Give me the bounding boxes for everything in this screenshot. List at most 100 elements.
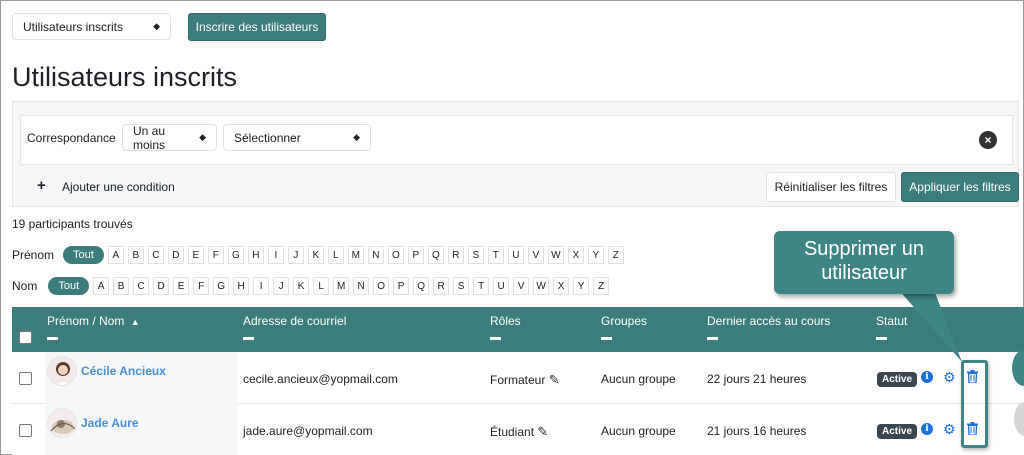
column-header-email[interactable]: Adresse de courriel	[243, 314, 346, 340]
callout-line-2: utilisateur	[821, 262, 907, 284]
lastname-initial-letter-z[interactable]: Z	[593, 277, 610, 295]
collapse-column-icon[interactable]	[243, 337, 254, 340]
email-cell: jade.aure@yopmail.com	[243, 424, 373, 438]
lastname-initial-letter-o[interactable]: O	[373, 277, 390, 295]
firstname-initial-letter-d[interactable]: D	[167, 246, 184, 264]
view-select[interactable]: Utilisateurs inscrits ◆	[12, 13, 171, 40]
add-condition-link[interactable]: Ajouter une condition	[62, 180, 175, 194]
row-select-checkbox[interactable]	[19, 372, 32, 385]
lastname-initial-letter-t[interactable]: T	[473, 277, 490, 295]
firstname-initial-letter-s[interactable]: S	[467, 246, 484, 264]
chevron-updown-icon: ◆	[153, 21, 160, 31]
firstname-initial-letter-e[interactable]: E	[187, 246, 204, 264]
firstname-initials-bar: Prénom Tout ABCDEFGHIJKLMNOPQRSTUVWXYZ	[12, 246, 628, 264]
user-name-link[interactable]: Jade Aure	[81, 416, 139, 430]
column-header-groups[interactable]: Groupes	[601, 314, 647, 340]
last-access-cell: 22 jours 21 heures	[707, 372, 807, 386]
filter-type-label: Sélectionner	[234, 130, 301, 145]
firstname-initial-letter-r[interactable]: R	[447, 246, 464, 264]
lastname-initial-letter-b[interactable]: B	[113, 277, 130, 295]
filter-type-select[interactable]: Sélectionner ◆	[223, 124, 371, 151]
firstname-initial-letter-k[interactable]: K	[307, 246, 324, 264]
firstname-initial-letter-a[interactable]: A	[107, 246, 124, 264]
gear-icon[interactable]: ⚙	[943, 370, 956, 384]
firstname-initial-letter-i[interactable]: I	[267, 246, 284, 264]
lastname-initial-letter-e[interactable]: E	[173, 277, 190, 295]
firstname-all-pill[interactable]: Tout	[63, 246, 104, 264]
delete-highlight-box	[961, 360, 988, 448]
match-select[interactable]: Un au moins ◆	[122, 124, 217, 152]
lastname-initial-letter-m[interactable]: M	[333, 277, 350, 295]
firstname-initial-letter-c[interactable]: C	[147, 246, 164, 264]
collapse-column-icon[interactable]	[490, 337, 501, 340]
lastname-initial-letter-d[interactable]: D	[153, 277, 170, 295]
lastname-initial-letter-n[interactable]: N	[353, 277, 370, 295]
lastname-initial-letter-j[interactable]: J	[273, 277, 290, 295]
firstname-initial-letter-p[interactable]: P	[407, 246, 424, 264]
pencil-icon[interactable]: ✎	[537, 424, 548, 439]
firstname-initial-letter-o[interactable]: O	[387, 246, 404, 264]
collapse-column-icon[interactable]	[47, 337, 58, 340]
column-header-roles[interactable]: Rôles	[490, 314, 521, 340]
pencil-icon[interactable]: ✎	[549, 372, 560, 387]
lastname-initial-letter-h[interactable]: H	[233, 277, 250, 295]
user-name-link[interactable]: Cécile Ancieux	[81, 364, 166, 378]
firstname-initial-letter-j[interactable]: J	[287, 246, 304, 264]
info-icon[interactable]: i	[921, 423, 933, 435]
view-select-label: Utilisateurs inscrits	[23, 19, 124, 34]
firstname-initial-letter-q[interactable]: Q	[427, 246, 444, 264]
lastname-initial-letter-i[interactable]: I	[253, 277, 270, 295]
firstname-initial-letter-u[interactable]: U	[507, 246, 524, 264]
lastname-initial-letter-g[interactable]: G	[213, 277, 230, 295]
lastname-all-pill[interactable]: Tout	[48, 277, 90, 295]
firstname-initial-letter-h[interactable]: H	[247, 246, 264, 264]
reset-filters-button[interactable]: Réinitialiser les filtres	[766, 172, 896, 202]
info-icon[interactable]: i	[921, 371, 933, 383]
column-header-last-access[interactable]: Dernier accès au cours	[707, 314, 830, 340]
collapse-column-icon[interactable]	[601, 337, 612, 340]
firstname-initial-letter-z[interactable]: Z	[607, 246, 624, 264]
column-header-name[interactable]: Prénom / Nom ▲	[47, 314, 140, 340]
lastname-initial-letter-f[interactable]: F	[193, 277, 210, 295]
lastname-initial-letter-p[interactable]: P	[393, 277, 410, 295]
collapse-column-icon[interactable]	[707, 337, 718, 340]
firstname-initial-letter-w[interactable]: W	[547, 246, 564, 264]
row-select-checkbox[interactable]	[19, 424, 32, 437]
callout-line-1: Supprimer un	[803, 238, 925, 260]
lastname-initial-letter-x[interactable]: X	[553, 277, 570, 295]
lastname-initial-letter-w[interactable]: W	[533, 277, 550, 295]
firstname-initial-letter-f[interactable]: F	[207, 246, 224, 264]
firstname-initial-letter-n[interactable]: N	[367, 246, 384, 264]
lastname-initial-letter-l[interactable]: L	[313, 277, 330, 295]
firstname-initial-letter-g[interactable]: G	[227, 246, 244, 264]
firstname-initial-letter-y[interactable]: Y	[587, 246, 604, 264]
lastname-initial-letter-y[interactable]: Y	[573, 277, 590, 295]
last-access-cell: 21 jours 16 heures	[707, 424, 807, 438]
enrol-users-button[interactable]: Inscrire des utilisateurs	[188, 13, 326, 41]
lastname-initial-letter-u[interactable]: U	[493, 277, 510, 295]
firstname-initial-letter-t[interactable]: T	[487, 246, 504, 264]
firstname-initial-letter-x[interactable]: X	[567, 246, 584, 264]
lastname-initial-letter-q[interactable]: Q	[413, 277, 430, 295]
groups-cell: Aucun groupe	[601, 424, 676, 438]
gear-icon[interactable]: ⚙	[943, 422, 956, 436]
select-all-checkbox[interactable]	[19, 331, 32, 344]
firstname-initial-letter-m[interactable]: M	[347, 246, 364, 264]
avatar	[47, 356, 77, 386]
close-icon[interactable]: ×	[979, 131, 997, 149]
lastname-initial-letter-k[interactable]: K	[293, 277, 310, 295]
lastname-initial-letter-v[interactable]: V	[513, 277, 530, 295]
page-title: Utilisateurs inscrits	[12, 62, 238, 92]
status-badge: Active	[877, 424, 918, 439]
lastname-initial-letter-c[interactable]: C	[133, 277, 150, 295]
plus-icon[interactable]: +	[37, 177, 46, 194]
name-cell: Jade Aure	[45, 404, 238, 455]
firstname-initial-letter-b[interactable]: B	[127, 246, 144, 264]
lastname-initial-letter-s[interactable]: S	[453, 277, 470, 295]
apply-filters-button[interactable]: Appliquer les filtres	[901, 172, 1019, 202]
lastname-initial-letter-r[interactable]: R	[433, 277, 450, 295]
lastname-initial-letter-a[interactable]: A	[93, 277, 110, 295]
firstname-initial-letter-v[interactable]: V	[527, 246, 544, 264]
firstname-initial-letter-l[interactable]: L	[327, 246, 344, 264]
chevron-updown-icon: ◆	[199, 132, 206, 142]
